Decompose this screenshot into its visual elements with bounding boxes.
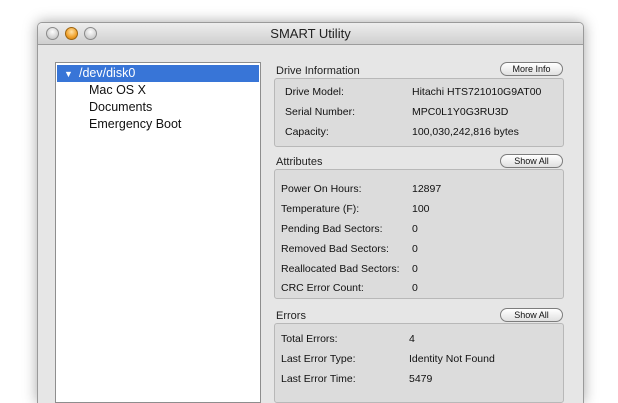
disk-list-item-label: /dev/disk0 xyxy=(79,66,136,80)
power-on-hours-label: Power On Hours: xyxy=(281,183,362,195)
crc-error-count-label: CRC Error Count: xyxy=(281,282,364,294)
crc-error-count-value: 0 xyxy=(412,282,418,294)
errors-show-all-button[interactable]: Show All xyxy=(500,308,563,322)
total-errors-label: Total Errors: xyxy=(281,333,338,345)
temperature-label: Temperature (F): xyxy=(281,203,360,215)
window-title: SMART Utility xyxy=(270,26,351,41)
removed-bad-sectors-value: 0 xyxy=(412,243,418,255)
drive-information-heading: Drive Information xyxy=(276,65,360,77)
last-error-type-label: Last Error Type: xyxy=(281,353,356,365)
disk-list-item-dev-disk0[interactable]: ▼ /dev/disk0 xyxy=(57,65,259,82)
capacity-value: 100,030,242,816 bytes xyxy=(412,126,519,138)
removed-bad-sectors-label: Removed Bad Sectors: xyxy=(281,243,389,255)
total-errors-value: 4 xyxy=(409,333,415,345)
drive-model-value: Hitachi HTS721010G9AT00 xyxy=(412,86,542,98)
disk-list-item-label: Mac OS X xyxy=(89,83,146,97)
reallocated-bad-sectors-value: 0 xyxy=(412,263,418,275)
errors-heading: Errors xyxy=(276,310,306,322)
disclosure-triangle-icon[interactable]: ▼ xyxy=(64,66,73,83)
last-error-type-value: Identity Not Found xyxy=(409,353,495,365)
power-on-hours-value: 12897 xyxy=(412,183,442,195)
attributes-show-all-button[interactable]: Show All xyxy=(500,154,563,168)
pending-bad-sectors-value: 0 xyxy=(412,223,418,235)
drive-model-label: Drive Model: xyxy=(285,86,344,98)
smart-utility-window: SMART Utility ▼ /dev/disk0 Mac OS X Docu… xyxy=(37,22,584,403)
disk-list-item-emergency-boot[interactable]: Emergency Boot xyxy=(57,116,259,133)
disk-list-item-label: Documents xyxy=(89,100,153,114)
last-error-time-value: 5479 xyxy=(409,373,433,385)
pending-bad-sectors-label: Pending Bad Sectors: xyxy=(281,223,383,235)
more-info-button[interactable]: More Info xyxy=(500,62,563,76)
disk-list-item-mac-os-x[interactable]: Mac OS X xyxy=(57,82,259,99)
attributes-heading: Attributes xyxy=(276,156,323,168)
last-error-time-label: Last Error Time: xyxy=(281,373,356,385)
temperature-value: 100 xyxy=(412,203,430,215)
serial-number-value: MPC0L1Y0G3RU3D xyxy=(412,106,509,118)
capacity-label: Capacity: xyxy=(285,126,329,138)
disk-list[interactable]: ▼ /dev/disk0 Mac OS X Documents Emergenc… xyxy=(55,62,261,403)
reallocated-bad-sectors-label: Reallocated Bad Sectors: xyxy=(281,263,400,275)
disk-list-item-label: Emergency Boot xyxy=(89,117,182,131)
title-bar[interactable]: SMART Utility xyxy=(38,23,583,45)
disk-list-item-documents[interactable]: Documents xyxy=(57,99,259,116)
serial-number-label: Serial Number: xyxy=(285,106,356,118)
